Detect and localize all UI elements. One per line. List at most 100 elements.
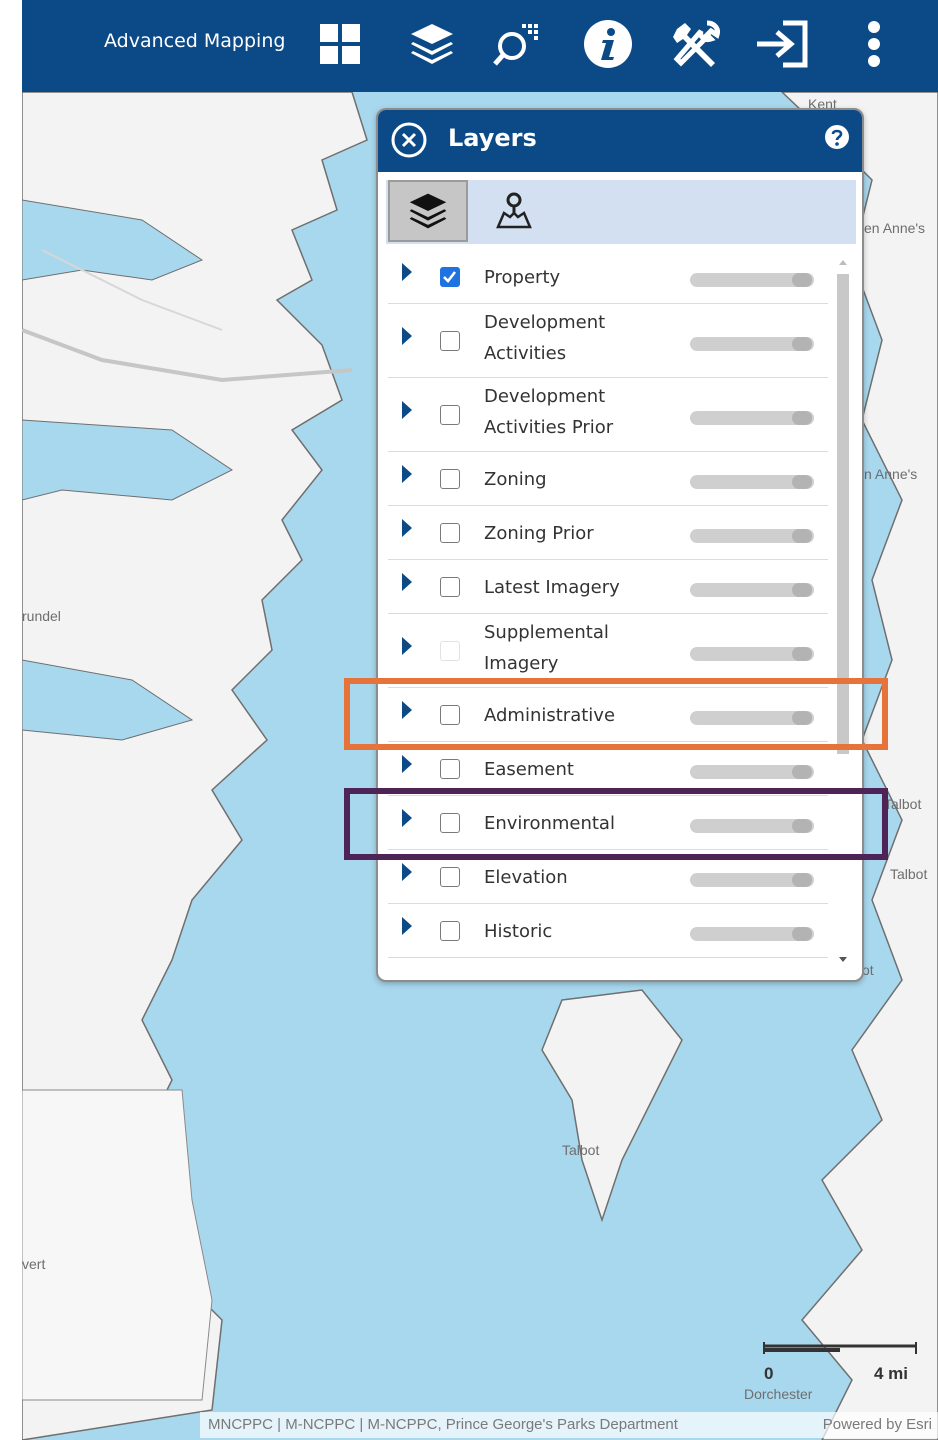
expand-caret-icon[interactable] (400, 915, 414, 937)
attribution-esri-link[interactable]: Powered by Esri (823, 1412, 932, 1438)
layer-visibility-checkbox[interactable] (440, 469, 460, 489)
layer-name: Easement (484, 759, 574, 780)
layer-row[interactable]: Administrative (388, 688, 828, 742)
attribution-credit: MNCPPC | M-NCPPC | M-NCPPC, Prince Georg… (208, 1416, 678, 1433)
layer-row[interactable]: Easement (388, 742, 828, 796)
layer-name: Environmental (484, 813, 615, 834)
layer-visibility-checkbox[interactable] (440, 921, 460, 941)
slider-handle[interactable] (792, 873, 812, 887)
map-search-button[interactable] (488, 16, 544, 72)
basemap-gallery-button[interactable] (312, 16, 368, 72)
slider-handle[interactable] (792, 647, 812, 661)
layer-list-scrollbar[interactable] (834, 250, 852, 972)
expand-caret-icon[interactable] (400, 807, 414, 829)
tab-layer-list[interactable] (388, 180, 468, 242)
layer-opacity-slider[interactable] (690, 765, 814, 779)
calvert-land (22, 1089, 213, 1401)
expand-caret-icon[interactable] (400, 463, 414, 485)
map-label-talbot: Talbot (884, 796, 922, 812)
scale-start-label: 0 (764, 1364, 774, 1383)
layer-opacity-slider[interactable] (690, 927, 814, 941)
layer-opacity-slider[interactable] (690, 337, 814, 351)
panel-title: Layers (448, 124, 537, 152)
slider-handle[interactable] (792, 273, 812, 287)
slider-handle[interactable] (792, 819, 812, 833)
sign-in-icon (757, 20, 808, 68)
help-icon[interactable] (824, 124, 850, 150)
layers-stack-icon (411, 24, 453, 64)
layer-visibility-checkbox[interactable] (440, 523, 460, 543)
layer-name: Development Activities Prior (484, 386, 614, 438)
layer-opacity-slider[interactable] (690, 475, 814, 489)
layer-visibility-checkbox[interactable] (440, 405, 460, 425)
expand-caret-icon[interactable] (400, 699, 414, 721)
scroll-down-icon[interactable] (834, 952, 852, 968)
slider-handle[interactable] (792, 711, 812, 725)
slider-handle[interactable] (792, 411, 812, 425)
expand-caret-icon[interactable] (400, 861, 414, 883)
layer-row[interactable]: Zoning Prior (388, 506, 828, 560)
layer-visibility-checkbox[interactable] (440, 641, 460, 661)
expand-caret-icon[interactable] (400, 635, 414, 657)
layer-opacity-slider[interactable] (690, 583, 814, 597)
layer-visibility-checkbox[interactable] (440, 813, 460, 833)
layer-row[interactable]: Zoning (388, 452, 828, 506)
map-pin-person-icon (496, 192, 532, 229)
tab-locate[interactable] (474, 180, 554, 242)
layer-visibility-checkbox[interactable] (440, 267, 460, 287)
layer-row[interactable]: Historic (388, 904, 828, 958)
scroll-up-icon[interactable] (834, 254, 852, 270)
layer-name: Elevation (484, 867, 568, 888)
panel-header: Layers (378, 110, 862, 172)
slider-handle[interactable] (792, 927, 812, 941)
layer-row[interactable]: Environmental (388, 796, 828, 850)
layer-opacity-slider[interactable] (690, 411, 814, 425)
layer-visibility-checkbox[interactable] (440, 331, 460, 351)
slider-handle[interactable] (792, 529, 812, 543)
layer-visibility-checkbox[interactable] (440, 705, 460, 725)
map-search-icon (493, 24, 538, 66)
layer-row[interactable]: Elevation (388, 850, 828, 904)
more-menu-icon (868, 21, 880, 67)
info-icon (584, 20, 632, 68)
layer-visibility-checkbox[interactable] (440, 867, 460, 887)
map-label-talbot: Talbot (890, 866, 928, 882)
layers-button[interactable] (404, 16, 460, 72)
expand-caret-icon[interactable] (400, 571, 414, 593)
checkmark-icon (443, 271, 457, 283)
basemap-grid-icon (320, 24, 360, 64)
layer-row[interactable]: Latest Imagery (388, 560, 828, 614)
tools-button[interactable] (668, 16, 724, 72)
slider-handle[interactable] (792, 583, 812, 597)
layer-opacity-slider[interactable] (690, 819, 814, 833)
layer-opacity-slider[interactable] (690, 529, 814, 543)
layer-row[interactable]: Property (388, 250, 828, 304)
sign-in-button[interactable] (754, 16, 810, 72)
layer-row[interactable]: Supplemental Imagery (388, 614, 828, 688)
layer-opacity-slider[interactable] (690, 273, 814, 287)
expand-caret-icon[interactable] (400, 753, 414, 775)
more-menu-button[interactable] (846, 16, 902, 72)
expand-caret-icon[interactable] (400, 517, 414, 539)
slider-handle[interactable] (792, 765, 812, 779)
slider-handle[interactable] (792, 475, 812, 489)
expand-caret-icon[interactable] (400, 325, 414, 347)
layer-visibility-checkbox[interactable] (440, 577, 460, 597)
scrollbar-thumb[interactable] (837, 274, 849, 754)
close-panel-button[interactable] (390, 121, 428, 159)
layer-name: Latest Imagery (484, 577, 620, 598)
tools-icon (673, 20, 720, 67)
layer-visibility-checkbox[interactable] (440, 759, 460, 779)
expand-caret-icon[interactable] (400, 399, 414, 421)
talbot-peninsula (541, 989, 683, 1223)
layer-opacity-slider[interactable] (690, 873, 814, 887)
expand-caret-icon[interactable] (400, 261, 414, 283)
layer-row[interactable]: Development Activities (388, 304, 828, 378)
map-label-anne-arundel: rundel (22, 608, 61, 624)
info-button[interactable] (580, 16, 636, 72)
layer-name: Development Activities (484, 312, 606, 364)
layer-opacity-slider[interactable] (690, 711, 814, 725)
layer-opacity-slider[interactable] (690, 647, 814, 661)
layer-row[interactable]: Development Activities Prior (388, 378, 828, 452)
slider-handle[interactable] (792, 337, 812, 351)
